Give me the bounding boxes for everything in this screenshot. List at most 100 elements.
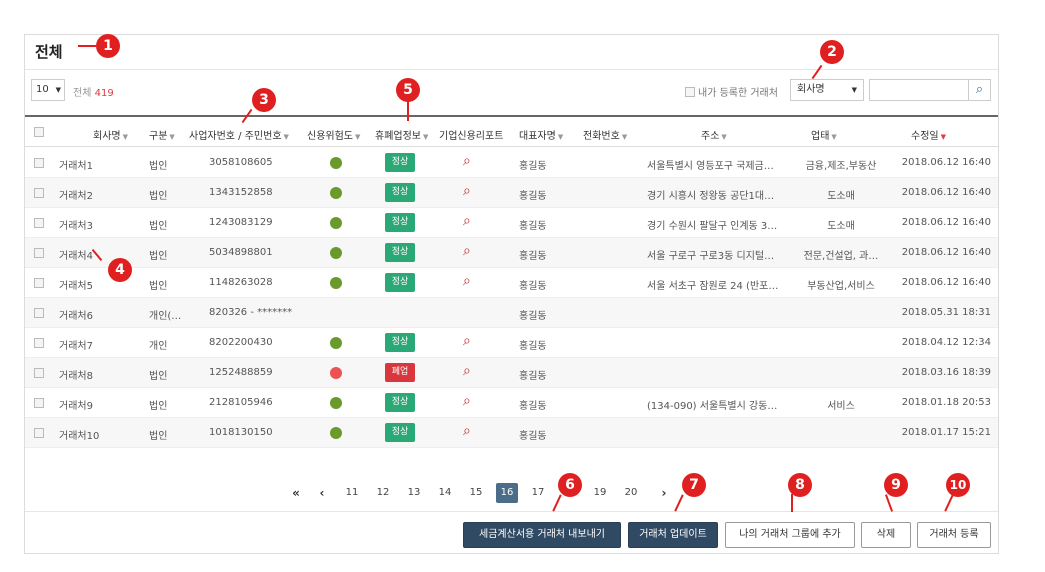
modified-date: 2018.06.12 16:40 xyxy=(901,277,991,288)
magnifier-icon[interactable]: ⌕ xyxy=(463,183,471,199)
modified-date: 2018.06.12 16:40 xyxy=(901,187,991,198)
col-reg-number[interactable]: 사업자번호 / 주민번호 ▼ xyxy=(189,127,289,142)
reg-number: 1148263028 xyxy=(209,277,273,288)
row-checkbox[interactable] xyxy=(34,308,44,318)
my-clients-filter[interactable]: 내가 등록한 거래처 xyxy=(685,84,778,99)
table-row[interactable]: 거래처6 개인(… 820326 - ******* 홍길동 2018.05.31 18… xyxy=(25,298,998,328)
address: 서울 서초구 잠원로 24 (반포… xyxy=(647,281,779,292)
prev-page-button[interactable]: ‹ xyxy=(311,483,333,503)
row-checkbox[interactable] xyxy=(34,428,44,438)
magnifier-icon[interactable]: ⌕ xyxy=(463,363,471,379)
reg-number: 1018130150 xyxy=(209,427,273,438)
row-checkbox[interactable] xyxy=(34,338,44,348)
row-checkbox[interactable] xyxy=(34,218,44,228)
row-checkbox[interactable] xyxy=(34,398,44,408)
ceo-name: 홍길동 xyxy=(519,341,547,352)
row-checkbox[interactable] xyxy=(34,248,44,258)
page-19-button[interactable]: 19 xyxy=(589,483,611,503)
company-name[interactable]: 거래처7 xyxy=(59,337,129,352)
col-modified-date[interactable]: 수정일 ▼ xyxy=(911,127,946,142)
page-14-button[interactable]: 14 xyxy=(434,483,456,503)
action-bar: 세금계산서용 거래처 내보내기 거래처 업데이트 나의 거래처 그룹에 추가 삭… xyxy=(25,511,998,555)
register-client-button[interactable]: 거래처 등록 xyxy=(917,522,991,548)
credit-risk-indicator xyxy=(330,277,342,289)
col-address[interactable]: 주소 ▼ xyxy=(701,127,727,142)
company-name[interactable]: 거래처1 xyxy=(59,157,129,172)
update-clients-button[interactable]: 거래처 업데이트 xyxy=(628,522,718,548)
delete-button[interactable]: 삭제 xyxy=(861,522,911,548)
select-all-checkbox[interactable] xyxy=(34,127,44,137)
table-row[interactable]: 거래처8 법인 1252488859 폐업 ⌕ 홍길동 2018.03.16 18:39 xyxy=(25,358,998,388)
my-clients-checkbox[interactable] xyxy=(685,87,695,97)
table-row[interactable]: 거래처9 법인 2128105946 정상 ⌕ 홍길동 (134-090) 서울특별시 강동… xyxy=(25,388,998,418)
company-name[interactable]: 거래처6 xyxy=(59,307,129,322)
company-name[interactable]: 거래처9 xyxy=(59,397,129,412)
reg-number: 8202200430 xyxy=(209,337,273,348)
credit-risk-indicator xyxy=(330,217,342,229)
marker-6: 6 xyxy=(558,473,582,497)
ceo-name: 홍길동 xyxy=(519,311,547,322)
client-type: 법인 xyxy=(149,191,168,202)
table-row[interactable]: 거래처3 법인 1243083129 정상 ⌕ 홍길동 경기 수원시 팔달구 인계동 3… 도… xyxy=(25,208,998,238)
table-row[interactable]: 거래처7 개인 8202200430 정상 ⌕ 홍길동 2018.04.12 12:34 xyxy=(25,328,998,358)
page-13-button[interactable]: 13 xyxy=(403,483,425,503)
ceo-name: 홍길동 xyxy=(519,431,547,442)
col-business-status[interactable]: 휴폐업정보 ▼ xyxy=(375,127,428,142)
row-checkbox[interactable] xyxy=(34,188,44,198)
ceo-name: 홍길동 xyxy=(519,281,547,292)
export-tax-invoice-button[interactable]: 세금계산서용 거래처 내보내기 xyxy=(463,522,621,548)
credit-risk-indicator xyxy=(330,157,342,169)
magnifier-icon[interactable]: ⌕ xyxy=(463,423,471,439)
modified-date: 2018.06.12 16:40 xyxy=(901,247,991,258)
table-row[interactable]: 거래처5 법인 1148263028 정상 ⌕ 홍길동 서울 서초구 잠원로 24 (반포…… xyxy=(25,268,998,298)
page-20-button[interactable]: 20 xyxy=(620,483,642,503)
address: 경기 수원시 팔달구 인계동 3… xyxy=(647,221,778,232)
business-status-badge: 정상 xyxy=(385,423,415,442)
page-size-value: 10 xyxy=(36,84,49,95)
col-credit-risk[interactable]: 신용위험도 ▼ xyxy=(307,127,360,142)
company-name[interactable]: 거래처10 xyxy=(59,427,129,442)
my-clients-label: 내가 등록한 거래처 xyxy=(698,88,778,99)
add-to-group-button[interactable]: 나의 거래처 그룹에 추가 xyxy=(725,522,855,548)
search-icon[interactable]: ⌕ xyxy=(968,80,990,100)
col-type[interactable]: 구분 ▼ xyxy=(149,127,175,142)
total-count: 전체 419 xyxy=(73,84,114,99)
company-name[interactable]: 거래처2 xyxy=(59,187,129,202)
business-status-badge: 정상 xyxy=(385,273,415,292)
magnifier-icon[interactable]: ⌕ xyxy=(463,213,471,229)
col-ceo[interactable]: 대표자명 ▼ xyxy=(519,127,563,142)
search-field-value: 회사명 xyxy=(797,84,825,95)
row-checkbox[interactable] xyxy=(34,158,44,168)
page-12-button[interactable]: 12 xyxy=(372,483,394,503)
table-row[interactable]: 거래처2 법인 1343152858 정상 ⌕ 홍길동 경기 시흥시 정왕동 공단1대… 도소… xyxy=(25,178,998,208)
reg-number: 1343152858 xyxy=(209,187,273,198)
page-size-select[interactable]: 10 ▼ xyxy=(31,79,65,101)
page-17-button[interactable]: 17 xyxy=(527,483,549,503)
col-phone[interactable]: 전화번호 ▼ xyxy=(583,127,627,142)
magnifier-icon[interactable]: ⌕ xyxy=(463,153,471,169)
modified-date: 2018.01.18 20:53 xyxy=(901,397,991,408)
first-page-button[interactable]: « xyxy=(285,483,307,503)
magnifier-icon[interactable]: ⌕ xyxy=(463,243,471,259)
page-11-button[interactable]: 11 xyxy=(341,483,363,503)
row-checkbox[interactable] xyxy=(34,368,44,378)
page-15-button[interactable]: 15 xyxy=(465,483,487,503)
row-checkbox[interactable] xyxy=(34,278,44,288)
col-company[interactable]: 회사명 ▼ xyxy=(93,127,128,142)
ceo-name: 홍길동 xyxy=(519,401,547,412)
magnifier-icon[interactable]: ⌕ xyxy=(463,333,471,349)
search-input[interactable]: ⌕ xyxy=(869,79,991,101)
magnifier-icon[interactable]: ⌕ xyxy=(463,273,471,289)
company-name[interactable]: 거래처8 xyxy=(59,367,129,382)
business-status-badge: 정상 xyxy=(385,333,415,352)
next-page-button[interactable]: › xyxy=(653,483,675,503)
table-row[interactable]: 거래처10 법인 1018130150 정상 ⌕ 홍길동 2018.01.17 15:21 xyxy=(25,418,998,448)
table-row[interactable]: 거래처1 법인 3058108605 정상 ⌕ 홍길동 서울특별시 영등포구 국제금… 금융,… xyxy=(25,148,998,178)
business-status-badge: 정상 xyxy=(385,153,415,172)
magnifier-icon[interactable]: ⌕ xyxy=(463,393,471,409)
col-business-type[interactable]: 업태 ▼ xyxy=(811,127,837,142)
table-row[interactable]: 거래처4 법인 5034898801 정상 ⌕ 홍길동 서울 구로구 구로3동 디지털… 전문… xyxy=(25,238,998,268)
page-16-button[interactable]: 16 xyxy=(496,483,518,503)
search-field-select[interactable]: 회사명 ▼ xyxy=(790,79,864,101)
company-name[interactable]: 거래처3 xyxy=(59,217,129,232)
